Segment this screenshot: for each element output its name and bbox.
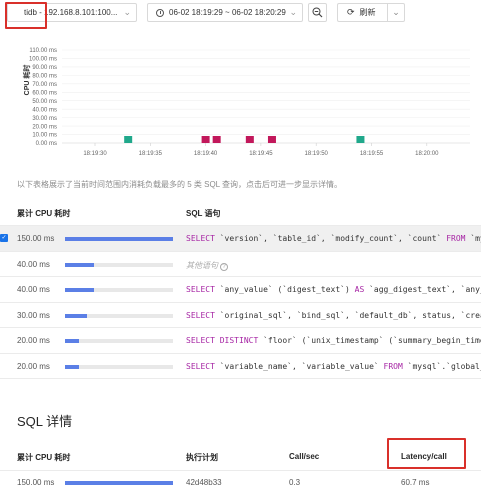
column-header-calls: Call/sec xyxy=(289,452,320,461)
column-header-sql: SQL 语句 xyxy=(186,209,221,218)
x-tick-label: 18:19:40 xyxy=(194,151,218,157)
chevron-down-icon: ⌄ xyxy=(392,7,400,17)
y-tick-label: 110.00 ms xyxy=(29,48,57,54)
table-row[interactable]: 20.00 ms SELECT DISTINCT `floor` (`unix_t… xyxy=(0,328,481,353)
cpu-value: 40.00 ms xyxy=(17,259,50,269)
cpu-value: 20.00 ms xyxy=(17,336,50,345)
y-tick-label: 90.00 ms xyxy=(32,65,57,71)
data-point[interactable] xyxy=(267,136,276,143)
column-header-cpu: 累计 CPU 耗时 xyxy=(17,209,71,218)
y-tick-label: 20.00 ms xyxy=(32,124,57,130)
table-row[interactable]: 40.00 ms SELECT `any_value` (`digest_text… xyxy=(0,277,481,302)
cpu-bar-track xyxy=(65,313,173,318)
chart-y-axis-label: CPU 耗时 xyxy=(22,65,31,96)
cpu-bar-track xyxy=(65,339,173,343)
chart-grid xyxy=(62,49,470,144)
cpu-bar-track xyxy=(65,288,173,292)
highlight-box-latency xyxy=(387,438,466,469)
sql-statement: SELECT `variable_name`, `variable_value`… xyxy=(186,361,481,371)
section-title-sql-detail: SQL 详情 xyxy=(17,414,73,429)
cpu-bar-fill xyxy=(65,237,173,241)
cpu-value: 150.00 ms xyxy=(17,234,55,243)
x-tick-label: 18:19:50 xyxy=(305,151,329,157)
cpu-value: 40.00 ms xyxy=(17,285,50,294)
help-icon[interactable]: ? xyxy=(220,262,228,271)
table-row[interactable]: 30.00 ms SELECT `original_sql`, `bind_sql… xyxy=(0,303,481,328)
table-row[interactable]: ✓ 150.00 ms SELECT `version`, `table_id`, … xyxy=(0,226,481,251)
table-row[interactable]: 40.00 ms 其他语句? xyxy=(0,252,481,277)
cpu-time-chart: 110.00 ms 100.00 ms 90.00 ms 80.00 ms 70.00 … xyxy=(22,48,470,157)
sql-statement: SELECT `original_sql`, `bind_sql`, `defa… xyxy=(186,310,481,320)
y-tick-label: 0.00 ms xyxy=(36,141,57,147)
zoom-out-button[interactable] xyxy=(308,3,327,22)
cpu-bar-track xyxy=(65,481,173,485)
clock-icon xyxy=(156,8,164,17)
column-header-plan: 执行计划 xyxy=(186,453,218,462)
divider xyxy=(0,378,481,379)
chevron-down-icon: ⌄ xyxy=(123,7,131,17)
selected-check-icon: ✓ xyxy=(0,234,8,242)
zoom-out-icon xyxy=(312,7,323,18)
detail-cpu-value: 150.00 ms xyxy=(17,478,55,487)
x-tick-label: 18:19:30 xyxy=(83,151,107,157)
chevron-down-icon: ⌄ xyxy=(289,7,297,17)
sql-statement: SELECT `any_value` (`digest_text`) AS `a… xyxy=(186,285,481,294)
cpu-bar-track xyxy=(65,364,173,369)
refresh-interval-dropdown[interactable]: ⌄ xyxy=(387,3,405,22)
chart-points xyxy=(124,136,365,143)
cpu-value: 20.00 ms xyxy=(17,361,50,371)
cpu-bar-fill xyxy=(65,288,94,292)
data-point[interactable] xyxy=(124,136,133,143)
cpu-bar-fill xyxy=(65,481,173,485)
y-tick-label: 40.00 ms xyxy=(32,107,57,113)
x-tick-label: 18:19:45 xyxy=(249,151,273,157)
cpu-bar-fill xyxy=(65,339,79,343)
detail-plan: 42d48b33 xyxy=(186,478,222,487)
y-tick-label: 70.00 ms xyxy=(32,82,57,88)
cpu-bar-track xyxy=(65,262,173,267)
y-tick-label: 50.00 ms xyxy=(32,99,57,105)
cpu-bar-fill xyxy=(65,262,94,267)
y-tick-label: 30.00 ms xyxy=(32,116,57,122)
chart-x-ticks: 18:19:30 18:19:35 18:19:40 18:19:45 18:19:50… xyxy=(83,143,439,157)
refresh-icon: ⟳ xyxy=(347,7,355,17)
data-point[interactable] xyxy=(201,136,210,143)
detail-row[interactable]: 150.00 ms 42d48b33 0.3 60.7 ms xyxy=(0,470,481,495)
x-tick-label: 18:20:00 xyxy=(415,151,439,157)
other-statements: 其他语句? xyxy=(186,260,228,271)
time-range-value: 06-02 18:19:29 ~ 06-02 18:20:29 xyxy=(169,8,286,17)
chart-y-ticks: 110.00 ms 100.00 ms 90.00 ms 80.00 ms 70.00 … xyxy=(29,48,57,147)
detail-latency: 60.7 ms xyxy=(401,478,430,487)
cpu-value: 30.00 ms xyxy=(17,310,50,320)
detail-calls: 0.3 xyxy=(289,478,301,487)
y-tick-label: 80.00 ms xyxy=(32,74,57,80)
cpu-bar-fill xyxy=(65,313,87,318)
y-tick-label: 10.00 ms xyxy=(32,133,57,139)
other-statements-label: 其他语句 xyxy=(186,260,218,270)
refresh-label: 刷新 xyxy=(359,8,376,17)
sql-statement: SELECT DISTINCT `floor` (`unix_timestamp… xyxy=(186,336,481,345)
sql-statement: SELECT `version`, `table_id`, `modify_co… xyxy=(186,234,481,243)
highlight-box-instance xyxy=(5,2,47,29)
table-row[interactable]: 20.00 ms SELECT `variable_name`, `variabl… xyxy=(0,354,481,379)
data-point[interactable] xyxy=(245,136,254,143)
data-point[interactable] xyxy=(212,136,221,143)
cpu-bar-track xyxy=(65,237,173,241)
cpu-bar-fill xyxy=(65,364,79,369)
y-tick-label: 60.00 ms xyxy=(32,90,57,96)
column-header-cpu: 累计 CPU 耗时 xyxy=(17,453,71,462)
data-point[interactable] xyxy=(356,136,365,143)
x-tick-label: 18:19:55 xyxy=(360,151,384,157)
x-tick-label: 18:19:35 xyxy=(139,151,163,157)
table-description: 以下表格展示了当前时间范围内消耗负载最多的 5 类 SQL 查询，点击后可进一步… xyxy=(17,180,343,189)
y-tick-label: 100.00 ms xyxy=(29,57,57,63)
refresh-button[interactable]: ⟳ 刷新 xyxy=(337,3,387,22)
time-range-picker[interactable]: 06-02 18:19:29 ~ 06-02 18:20:29 ⌄ xyxy=(147,3,303,22)
